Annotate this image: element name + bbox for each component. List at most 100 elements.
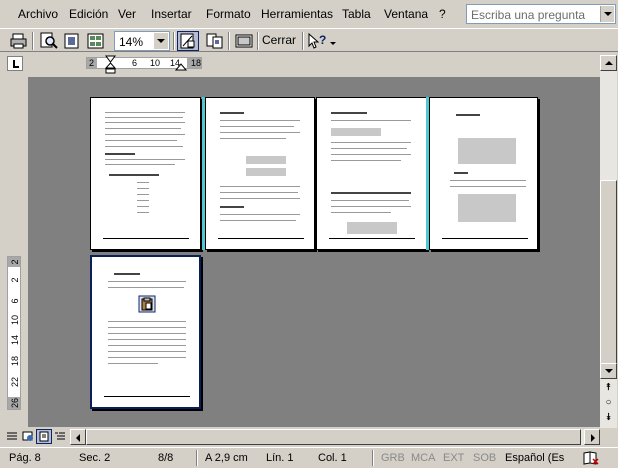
preview-page-1[interactable]	[90, 97, 201, 250]
status-line: Lín. 1	[266, 452, 294, 464]
preview-page-4[interactable]	[429, 97, 538, 250]
scroll-left-button[interactable]	[70, 429, 86, 445]
arrow-left-icon	[76, 434, 80, 442]
zoom-value: 14%	[119, 35, 144, 49]
heading-line	[331, 192, 411, 194]
preview-page-3[interactable]	[316, 97, 427, 250]
text-line	[220, 214, 300, 215]
help-question-input[interactable]: Escriba una pregunta	[466, 4, 616, 24]
status-track-changes[interactable]: MCA	[411, 452, 435, 465]
print-preview-area[interactable]	[28, 77, 600, 427]
ruler-number: 2	[10, 277, 20, 283]
full-screen-button[interactable]	[233, 31, 255, 51]
browse-object-icon[interactable]: ○	[603, 398, 614, 408]
text-line	[137, 212, 149, 213]
preview-page-2[interactable]	[205, 97, 315, 250]
text-line	[137, 200, 149, 201]
whats-this-button[interactable]: ?	[306, 31, 328, 51]
menu-ver[interactable]: Ver	[118, 7, 136, 21]
toolbar-separator	[173, 32, 175, 50]
vertical-scroll-thumb[interactable]	[600, 180, 617, 370]
text-line	[108, 363, 158, 364]
print-button[interactable]	[8, 31, 30, 51]
heading-line	[105, 153, 135, 155]
text-line	[105, 140, 177, 141]
page-footer-line	[442, 238, 528, 239]
text-line	[105, 146, 183, 147]
help-arrow-icon: ?	[308, 32, 326, 49]
figure-block	[246, 156, 286, 164]
text-line	[331, 212, 391, 213]
left-tab-icon-base	[13, 66, 19, 68]
figure-block	[331, 128, 381, 136]
tab-selector-button[interactable]	[7, 56, 23, 71]
status-column: Col. 1	[318, 452, 347, 464]
vertical-scrollbar[interactable]: ⯭ ○ ⯯	[600, 55, 617, 428]
normal-view-button[interactable]	[4, 429, 20, 444]
text-line	[331, 160, 401, 161]
preview-page-5-current[interactable]	[90, 255, 201, 409]
one-page-button[interactable]	[61, 31, 83, 51]
one-page-icon	[64, 33, 79, 49]
ruler-number: 10	[10, 315, 20, 326]
horizontal-scroll-thumb[interactable]	[86, 429, 581, 445]
scroll-right-button[interactable]	[584, 429, 600, 445]
zoom-dropdown-button[interactable]	[154, 33, 168, 49]
status-extend-selection[interactable]: EXT	[443, 452, 464, 465]
text-line	[108, 351, 186, 352]
heading-line	[331, 112, 367, 114]
print-layout-view-button[interactable]	[36, 429, 52, 444]
text-line	[108, 357, 186, 358]
toolbar-options-button[interactable]	[329, 31, 339, 51]
menu-help[interactable]: ?	[439, 7, 446, 21]
next-page-icon[interactable]: ⯯	[603, 413, 614, 423]
menu-archivo[interactable]: Archivo	[18, 7, 58, 21]
zoom-combobox[interactable]: 14%	[114, 31, 170, 51]
shrink-to-fit-button[interactable]	[204, 31, 226, 51]
previous-page-icon[interactable]: ⯭	[603, 383, 614, 393]
status-overtype[interactable]: SOB	[473, 452, 496, 465]
spelling-status-icon[interactable]	[583, 451, 599, 465]
text-line	[105, 159, 185, 160]
horizontal-scrollbar[interactable]	[70, 429, 600, 445]
ruler-number: 22	[10, 377, 20, 388]
svg-text:?: ?	[319, 33, 326, 47]
text-line	[105, 128, 181, 129]
view-ruler-button[interactable]	[177, 31, 199, 51]
indent-marker-icon[interactable]	[105, 55, 117, 75]
multiple-pages-button[interactable]	[85, 31, 107, 51]
ruler-number: 14	[10, 335, 20, 346]
vertical-ruler[interactable]: 2 2 6 10 14 18 22 26	[7, 256, 21, 410]
menu-bar: Archivo Edición Ver Insertar Formato Her…	[0, 0, 618, 28]
heading-line	[220, 112, 244, 114]
status-record-macro[interactable]: GRB	[381, 452, 405, 465]
menu-edicion[interactable]: Edición	[69, 7, 108, 21]
status-section: Sec. 2	[79, 452, 111, 464]
text-line	[220, 220, 296, 221]
menu-formato[interactable]: Formato	[206, 7, 251, 21]
web-view-button[interactable]	[20, 429, 36, 444]
right-indent-marker-icon[interactable]	[175, 61, 187, 71]
toolbar-separator	[32, 32, 34, 50]
text-line	[105, 164, 175, 165]
ruler-number: 18	[10, 356, 20, 367]
magnifier-button[interactable]	[38, 31, 60, 51]
text-line	[108, 281, 186, 282]
status-page-count: 8/8	[158, 452, 174, 464]
text-line	[220, 198, 300, 199]
menu-ventana[interactable]: Ventana	[384, 7, 428, 21]
menu-herramientas[interactable]: Herramientas	[261, 7, 333, 21]
help-dropdown-button[interactable]	[600, 6, 614, 22]
close-preview-button[interactable]: Cerrar	[262, 32, 296, 48]
outline-view-button[interactable]	[52, 429, 68, 444]
text-line	[331, 142, 411, 143]
scroll-down-button[interactable]	[600, 363, 617, 379]
menu-tabla[interactable]: Tabla	[342, 7, 371, 21]
scroll-up-button[interactable]	[600, 55, 617, 71]
text-line	[137, 182, 149, 183]
figure-block	[246, 168, 286, 176]
text-line	[220, 120, 300, 121]
text-line	[108, 321, 186, 322]
text-line	[331, 120, 411, 121]
menu-insertar[interactable]: Insertar	[151, 7, 192, 21]
